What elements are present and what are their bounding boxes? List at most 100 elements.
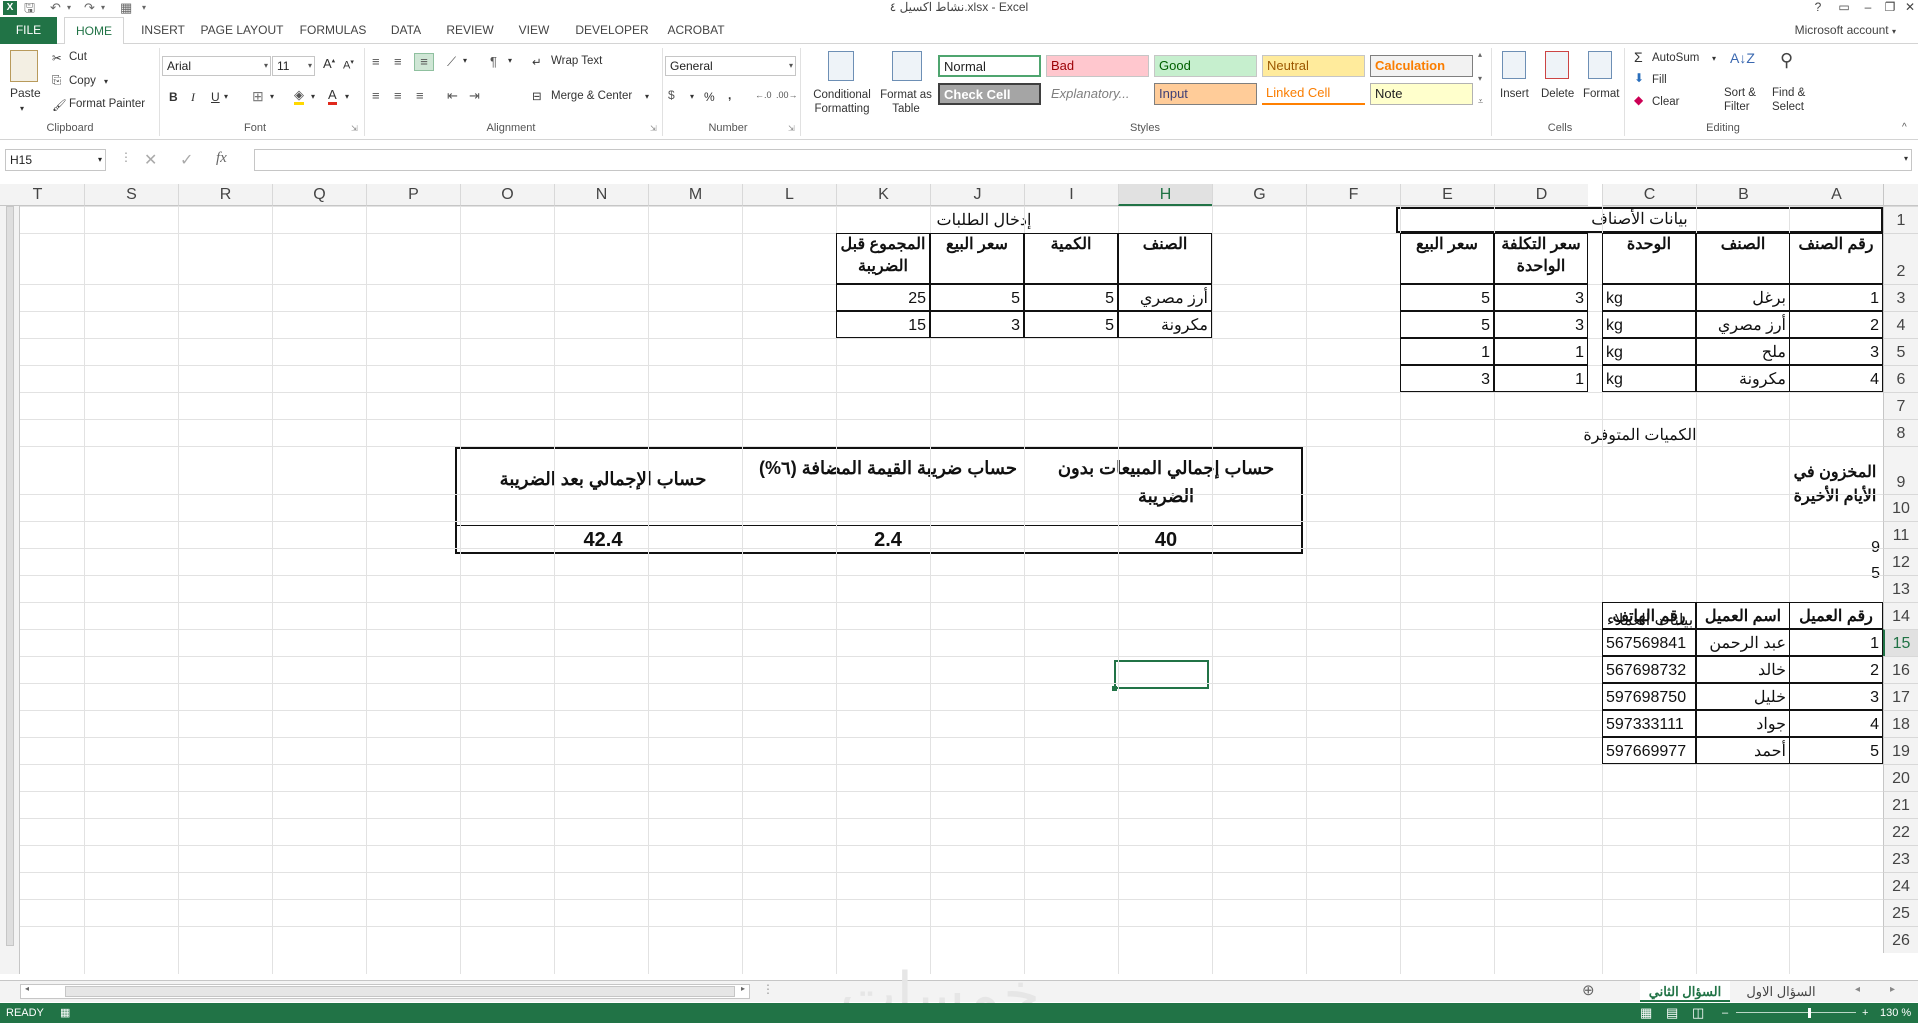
scrollbar-thumb[interactable]: [65, 986, 735, 997]
font-name-select[interactable]: Arial ▾: [162, 56, 271, 76]
row-header-13[interactable]: 13: [1883, 575, 1918, 602]
align-bottom-icon[interactable]: ≡: [414, 53, 434, 71]
style-normal[interactable]: Normal: [938, 55, 1041, 77]
font-color-icon[interactable]: A: [328, 88, 337, 105]
paste-icon[interactable]: [10, 50, 38, 82]
column-header-i[interactable]: I: [1024, 184, 1118, 206]
format-painter-button[interactable]: Format Painter: [69, 98, 145, 110]
row-header-1[interactable]: 1: [1883, 206, 1918, 233]
row-header-11[interactable]: 11: [1883, 521, 1918, 548]
format-cells-icon[interactable]: [1588, 51, 1612, 79]
decrease-decimal-icon[interactable]: .00→: [776, 90, 798, 100]
accounting-dropdown-icon[interactable]: ▾: [690, 92, 694, 101]
row-header-4[interactable]: 4: [1883, 311, 1918, 338]
row-header-16[interactable]: 16: [1883, 656, 1918, 683]
find-select-button[interactable]: Find & Select: [1772, 86, 1812, 114]
insert-function-button[interactable]: fx: [216, 150, 227, 167]
account-button[interactable]: Microsoft account ▾: [1795, 17, 1896, 45]
ribbon-display-button[interactable]: ▭: [1832, 0, 1856, 16]
scroll-left-icon[interactable]: ◂: [25, 984, 29, 993]
style-good[interactable]: Good: [1154, 55, 1257, 77]
bold-button[interactable]: B: [169, 90, 178, 104]
insert-button[interactable]: Insert: [1500, 88, 1529, 100]
align-center-icon[interactable]: ≡: [394, 88, 402, 103]
row-header-20[interactable]: 20: [1883, 764, 1918, 791]
row-header-26[interactable]: 26: [1883, 926, 1918, 953]
merge-center-icon[interactable]: ⊟: [532, 89, 542, 103]
style-bad[interactable]: Bad: [1046, 55, 1149, 77]
sort-filter-button[interactable]: Sort & Filter: [1724, 86, 1764, 114]
row-header-18[interactable]: 18: [1883, 710, 1918, 737]
borders-dropdown-icon[interactable]: ▾: [270, 92, 274, 101]
tab-splitter-icon[interactable]: ⋮: [762, 982, 774, 996]
autosum-icon[interactable]: Σ: [1634, 49, 1643, 65]
tab-file[interactable]: FILE: [0, 17, 57, 44]
cut-button[interactable]: Cut: [69, 51, 87, 63]
tab-page-layout[interactable]: PAGE LAYOUT: [199, 17, 285, 44]
column-header-j[interactable]: J: [930, 184, 1024, 206]
help-button[interactable]: ?: [1806, 0, 1830, 16]
underline-dropdown-icon[interactable]: ▾: [224, 92, 228, 101]
align-middle-icon[interactable]: ≡: [394, 54, 402, 69]
rtl-dropdown-icon[interactable]: ▾: [508, 56, 512, 65]
delete-cells-icon[interactable]: [1545, 51, 1569, 79]
tab-home[interactable]: HOME: [64, 17, 124, 45]
new-sheet-icon[interactable]: ⊕: [1582, 981, 1595, 999]
column-header-c[interactable]: C: [1602, 184, 1696, 206]
sort-filter-icon[interactable]: A↓Z: [1730, 50, 1755, 66]
row-header-6[interactable]: 6: [1883, 365, 1918, 392]
row-header-9[interactable]: 9: [1883, 446, 1918, 494]
conditional-formatting-button[interactable]: Conditional Formatting: [808, 88, 876, 116]
copy-icon[interactable]: ⎘: [52, 75, 61, 88]
paste-dropdown-icon[interactable]: ▾: [20, 104, 24, 113]
page-layout-view-icon[interactable]: ▤: [1666, 1003, 1678, 1023]
fill-icon[interactable]: ⬇: [1634, 71, 1644, 85]
row-header-10[interactable]: 10: [1883, 494, 1918, 521]
column-header-b[interactable]: B: [1696, 184, 1790, 206]
wrap-text-button[interactable]: Wrap Text: [551, 55, 602, 67]
zoom-in-icon[interactable]: +: [1862, 1003, 1868, 1023]
close-button[interactable]: ✕: [1898, 0, 1918, 16]
scroll-sheets-left-icon[interactable]: ◂: [1855, 984, 1860, 995]
fill-color-icon[interactable]: ◈: [294, 88, 304, 105]
align-top-icon[interactable]: ≡: [372, 54, 380, 69]
row-header-17[interactable]: 17: [1883, 683, 1918, 710]
format-painter-icon[interactable]: 🖌: [52, 98, 67, 112]
style-neutral[interactable]: Neutral: [1262, 55, 1365, 77]
row-header-21[interactable]: 21: [1883, 791, 1918, 818]
style-input[interactable]: Input: [1154, 83, 1257, 105]
select-all-corner[interactable]: [1883, 184, 1918, 206]
zoom-slider-thumb[interactable]: [1808, 1008, 1811, 1018]
fill-handle[interactable]: [1112, 686, 1117, 691]
column-header-n[interactable]: N: [554, 184, 648, 206]
borders-icon[interactable]: ⊞: [252, 88, 264, 105]
scrollbar-thumb[interactable]: [6, 206, 14, 946]
underline-button[interactable]: U: [211, 90, 220, 104]
format-button[interactable]: Format: [1583, 88, 1619, 100]
find-select-icon[interactable]: ⚲: [1780, 50, 1793, 71]
column-header-l[interactable]: L: [742, 184, 836, 206]
column-header-g[interactable]: G: [1212, 184, 1306, 206]
merge-dropdown-icon[interactable]: ▾: [645, 92, 649, 101]
row-header-14[interactable]: 14: [1883, 602, 1918, 629]
column-header-s[interactable]: S: [84, 184, 178, 206]
row-header-24[interactable]: 24: [1883, 872, 1918, 899]
merge-center-button[interactable]: Merge & Center: [551, 90, 632, 102]
row-header-2[interactable]: 2: [1883, 233, 1918, 284]
column-header-h[interactable]: H: [1118, 184, 1212, 206]
align-right-icon[interactable]: ≡: [416, 88, 424, 103]
style-note[interactable]: Note: [1370, 83, 1473, 105]
decrease-indent-icon[interactable]: ⇤: [447, 88, 458, 104]
format-as-table-button[interactable]: Format as Table: [880, 88, 932, 116]
column-header-p[interactable]: P: [366, 184, 460, 206]
autosum-dropdown-icon[interactable]: ▾: [1712, 54, 1716, 63]
font-size-select[interactable]: 11 ▾: [272, 56, 315, 76]
copy-dropdown-icon[interactable]: ▾: [104, 77, 108, 86]
orientation-icon[interactable]: ⟋: [447, 54, 456, 70]
row-header-3[interactable]: 3: [1883, 284, 1918, 311]
fill-color-dropdown-icon[interactable]: ▾: [311, 92, 315, 101]
style-check-cell[interactable]: Check Cell: [938, 83, 1041, 105]
tab-view[interactable]: VIEW: [513, 17, 555, 44]
row-header-19[interactable]: 19: [1883, 737, 1918, 764]
column-header-d[interactable]: D: [1494, 184, 1588, 206]
